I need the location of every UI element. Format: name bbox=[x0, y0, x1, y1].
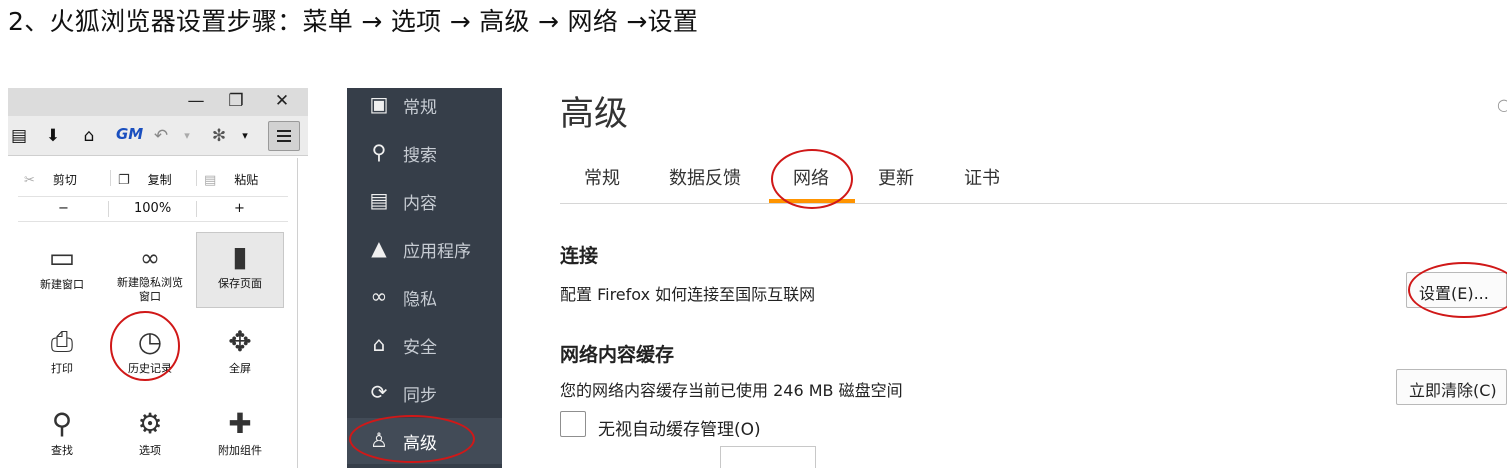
print-button[interactable]: ⎙ 打印 bbox=[18, 318, 106, 394]
greasemonkey-label: GM bbox=[116, 125, 144, 143]
print-icon: ⎙ bbox=[50, 325, 74, 358]
new-window-button[interactable]: ▭ 新建窗口 bbox=[18, 234, 106, 310]
cache-heading: 网络内容缓存 bbox=[560, 344, 675, 366]
sidebar-item-label: 安全 bbox=[403, 338, 437, 358]
page-title: 高级 bbox=[560, 94, 628, 134]
addons-button[interactable]: ✚ 附加组件 bbox=[196, 400, 284, 468]
find-button[interactable]: ⚲ 查找 bbox=[18, 400, 106, 468]
sync-icon: ⟳ bbox=[370, 380, 388, 404]
advanced-tabs: 常规 数据反馈 网络 更新 证书 bbox=[560, 148, 1507, 204]
paste-icon: ▤ bbox=[204, 173, 217, 188]
extension-dropdown-icon[interactable]: ▾ bbox=[234, 126, 256, 146]
addons-label: 附加组件 bbox=[218, 444, 262, 457]
hamburger-menu-button[interactable] bbox=[268, 121, 300, 151]
preferences-sidebar: ▣ 常规 ⚲ 搜索 ▤ 内容 ▲ 应用程序 ∞ 隐私 ⌂ 安全 ⟳ 同步 ♙ 高… bbox=[347, 88, 502, 468]
extension-bug-icon[interactable]: ✻ bbox=[208, 126, 230, 146]
sidebar-item-label: 同步 bbox=[403, 386, 437, 406]
print-label: 打印 bbox=[51, 362, 73, 375]
edit-controls: ✂ 剪切 ❐ 复制 ▤ 粘贴 bbox=[18, 166, 288, 192]
help-icon[interactable]: ○ bbox=[1497, 95, 1507, 114]
zoom-out-button[interactable]: − bbox=[58, 201, 69, 216]
close-button[interactable]: ✕ bbox=[272, 91, 292, 111]
home-icon[interactable]: ⌂ bbox=[78, 126, 100, 146]
tab-certificates[interactable]: 证书 bbox=[964, 164, 1000, 190]
security-icon: ⌂ bbox=[372, 332, 386, 356]
addons-puzzle-icon: ✚ bbox=[228, 407, 252, 440]
save-page-button[interactable]: ▮ 保存页面 bbox=[196, 232, 284, 308]
private-window-button[interactable]: ∞ 新建隐私浏览 窗口 bbox=[106, 234, 194, 310]
options-highlight-circle bbox=[110, 311, 180, 381]
cache-size-input[interactable] bbox=[720, 446, 816, 468]
fullscreen-icon: ✥ bbox=[228, 325, 252, 358]
override-cache-label: 无视自动缓存管理(O) bbox=[598, 420, 761, 440]
greasemonkey-icon[interactable]: GM bbox=[116, 125, 143, 143]
navigation-toolbar: ▤ ⬇ ⌂ GM ↶ ▾ ✻ ▾ bbox=[8, 116, 308, 156]
tab-general[interactable]: 常规 bbox=[584, 164, 620, 190]
options-gear-icon: ⚙ bbox=[137, 407, 163, 440]
tab-data-choices[interactable]: 数据反馈 bbox=[669, 164, 741, 190]
private-window-label: 新建隐私浏览 窗口 bbox=[117, 276, 183, 303]
new-window-label: 新建窗口 bbox=[40, 278, 84, 291]
privacy-icon: ∞ bbox=[370, 284, 388, 308]
tab-update[interactable]: 更新 bbox=[878, 164, 914, 190]
cache-description: 您的网络内容缓存当前已使用 246 MB 磁盘空间 bbox=[560, 381, 903, 400]
general-icon: ▣ bbox=[369, 92, 389, 116]
content-icon: ▤ bbox=[369, 188, 389, 212]
undo-dropdown-icon[interactable]: ▾ bbox=[176, 126, 198, 146]
private-mask-icon: ∞ bbox=[140, 244, 160, 272]
minimize-button[interactable]: — bbox=[186, 91, 206, 111]
connection-description: 配置 Firefox 如何连接至国际互联网 bbox=[560, 285, 816, 304]
zoom-in-button[interactable]: + bbox=[234, 201, 245, 216]
reading-list-icon[interactable]: ▤ bbox=[8, 126, 30, 146]
sidebar-item-applications[interactable]: ▲ 应用程序 bbox=[347, 226, 502, 272]
zoom-controls: − 100% + bbox=[18, 196, 288, 222]
options-label: 选项 bbox=[139, 444, 161, 457]
sidebar-item-content[interactable]: ▤ 内容 bbox=[347, 178, 502, 224]
copy-icon: ❐ bbox=[118, 173, 130, 188]
cut-icon: ✂ bbox=[24, 173, 35, 188]
advanced-highlight-circle bbox=[349, 415, 475, 463]
fullscreen-button[interactable]: ✥ 全屏 bbox=[196, 318, 284, 394]
applications-icon: ▲ bbox=[371, 236, 387, 260]
download-icon[interactable]: ⬇ bbox=[42, 126, 64, 146]
connection-heading: 连接 bbox=[560, 245, 599, 267]
override-cache-checkbox[interactable] bbox=[560, 411, 586, 437]
save-page-icon: ▮ bbox=[232, 240, 248, 273]
restore-button[interactable]: ❐ bbox=[226, 91, 246, 111]
network-tab-highlight-circle bbox=[771, 149, 853, 209]
sidebar-item-security[interactable]: ⌂ 安全 bbox=[347, 322, 502, 368]
sidebar-item-sync[interactable]: ⟳ 同步 bbox=[347, 370, 502, 416]
clear-cache-button[interactable]: 立即清除(C) bbox=[1396, 369, 1507, 405]
title-bar: — ❐ ✕ bbox=[8, 88, 308, 116]
find-label: 查找 bbox=[51, 444, 73, 457]
fullscreen-label: 全屏 bbox=[229, 362, 251, 375]
paste-label: 粘贴 bbox=[234, 173, 259, 187]
cut-label: 剪切 bbox=[52, 173, 77, 187]
sidebar-item-general[interactable]: ▣ 常规 bbox=[347, 82, 502, 128]
settings-highlight-circle bbox=[1408, 262, 1507, 318]
paste-button[interactable]: ▤ 粘贴 bbox=[204, 171, 258, 188]
zoom-reset-button[interactable]: 100% bbox=[134, 201, 171, 216]
instruction-heading: 2、火狐浏览器设置步骤：菜单 → 选项 → 高级 → 网络 →设置 bbox=[8, 7, 699, 36]
copy-label: 复制 bbox=[147, 173, 172, 187]
sidebar-item-label: 应用程序 bbox=[403, 242, 471, 262]
sidebar-item-search[interactable]: ⚲ 搜索 bbox=[347, 130, 502, 176]
firefox-window: — ❐ ✕ ▤ ⬇ ⌂ GM ↶ ▾ ✻ ▾ ✂ 剪切 ❐ 复制 ▤ 粘贴 − 100… bbox=[8, 88, 308, 468]
search-icon: ⚲ bbox=[371, 140, 387, 164]
options-button[interactable]: ⚙ 选项 bbox=[106, 400, 194, 468]
new-window-icon: ▭ bbox=[48, 241, 76, 274]
sidebar-item-label: 内容 bbox=[403, 194, 437, 214]
save-page-label: 保存页面 bbox=[218, 277, 262, 290]
sidebar-item-label: 隐私 bbox=[403, 290, 437, 310]
undo-icon[interactable]: ↶ bbox=[150, 126, 172, 146]
sidebar-item-label: 常规 bbox=[403, 98, 437, 118]
sidebar-item-label: 搜索 bbox=[403, 146, 437, 166]
sidebar-item-privacy[interactable]: ∞ 隐私 bbox=[347, 274, 502, 320]
copy-button[interactable]: ❐ 复制 bbox=[118, 171, 172, 188]
cut-button[interactable]: ✂ 剪切 bbox=[24, 171, 77, 188]
find-icon: ⚲ bbox=[51, 407, 73, 440]
